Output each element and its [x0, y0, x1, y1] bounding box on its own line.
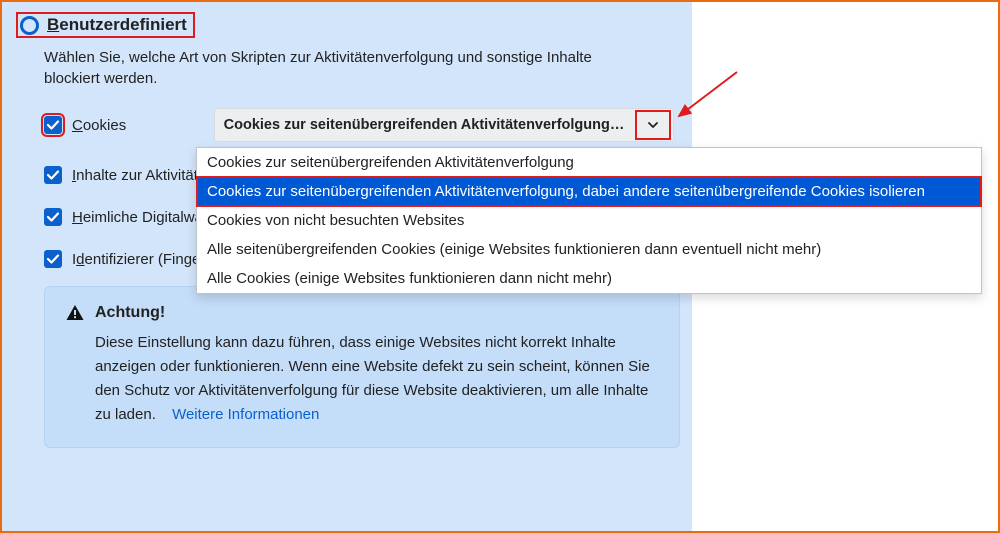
chevron-down-icon — [646, 118, 660, 132]
row-cookies: Cookies Cookies zur seitenübergreifenden… — [44, 108, 674, 142]
warning-title: Achtung! — [95, 304, 165, 322]
warning-body: Diese Einstellung kann dazu führen, dass… — [95, 331, 659, 427]
checkbox-cryptominers[interactable] — [44, 208, 62, 226]
cookies-dropdown-option[interactable]: Cookies von nicht besuchten Websites — [197, 206, 981, 235]
more-info-link[interactable]: Weitere Informationen — [172, 406, 319, 423]
check-icon — [46, 252, 60, 266]
section-description: Wählen Sie, welche Art von Skripten zur … — [44, 47, 604, 91]
cookies-dropdown-button[interactable] — [635, 110, 671, 140]
warning-icon — [65, 303, 85, 323]
cookies-dropdown-selected: Cookies zur seitenübergreifenden Aktivit… — [215, 117, 633, 133]
cookies-dropdown-list[interactable]: Cookies zur seitenübergreifenden Aktivit… — [196, 147, 982, 294]
check-icon — [46, 168, 60, 182]
custom-radio[interactable] — [20, 16, 39, 35]
cookies-dropdown-option[interactable]: Cookies zur seitenübergreifenden Aktivit… — [197, 148, 981, 177]
cookies-dropdown-option[interactable]: Cookies zur seitenübergreifenden Aktivit… — [197, 177, 981, 206]
cookies-dropdown-option[interactable]: Alle seitenübergreifenden Cookies (einig… — [197, 235, 981, 264]
cookies-dropdown-option[interactable]: Alle Cookies (einige Websites funktionie… — [197, 264, 981, 293]
label-cookies: Cookies — [72, 117, 126, 134]
screenshot-frame: Benutzerdefiniert Wählen Sie, welche Art… — [0, 0, 1000, 533]
cookies-dropdown[interactable]: Cookies zur seitenübergreifenden Aktivit… — [214, 108, 674, 142]
warning-box: Achtung! Diese Einstellung kann dazu füh… — [44, 286, 680, 448]
checkbox-cookies[interactable] — [44, 116, 62, 134]
custom-radio-row[interactable]: Benutzerdefiniert — [16, 12, 195, 38]
section-title: Benutzerdefiniert — [47, 15, 187, 35]
checkbox-fingerprinters[interactable] — [44, 250, 62, 268]
check-icon — [46, 118, 60, 132]
annotation-arrow-icon — [667, 68, 747, 128]
check-icon — [46, 210, 60, 224]
checkbox-tracking-content[interactable] — [44, 166, 62, 184]
